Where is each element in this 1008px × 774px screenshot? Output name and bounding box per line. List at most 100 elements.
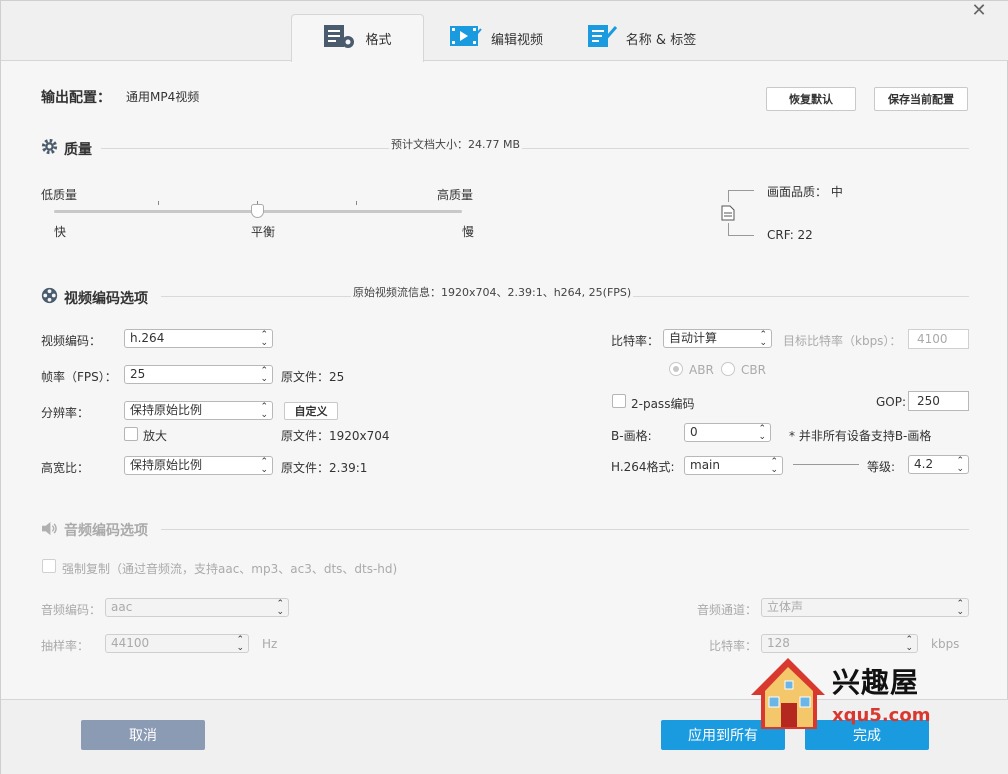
samplerate-label: 抽样率： xyxy=(41,639,90,653)
cancel-button[interactable]: 取消 xyxy=(81,720,205,750)
crf-value: CRF: 22 xyxy=(767,228,813,242)
tab-edit-video[interactable]: 编辑视频 xyxy=(441,14,551,62)
updown-arrow-icon: ⌃ ⌄ xyxy=(260,330,268,348)
upscale-checkbox[interactable] xyxy=(124,427,138,441)
quality-title: 质量 xyxy=(64,141,92,158)
quality-slider-thumb[interactable] xyxy=(251,204,264,218)
tab-name-tags-label: 名称 & 标签 xyxy=(625,32,697,48)
slider-tick xyxy=(356,201,357,205)
updown-arrow-icon: ⌃ ⌄ xyxy=(758,424,766,442)
watermark-brand: 兴趣屋 xyxy=(832,666,920,699)
updown-arrow-icon: ⌃ ⌄ xyxy=(260,402,268,420)
low-quality-label: 低质量 xyxy=(41,188,78,202)
tab-format-label: 格式 xyxy=(365,33,392,48)
profile-label: H.264格式: xyxy=(611,460,675,474)
quality-section-title: 质量 xyxy=(41,138,92,159)
aspect-label: 高宽比： xyxy=(41,461,90,475)
custom-resolution-button[interactable]: 自定义 xyxy=(284,402,338,420)
samplerate-unit: Hz xyxy=(262,637,278,651)
tab-edit-video-label: 编辑视频 xyxy=(490,32,543,48)
slider-tick xyxy=(158,201,159,205)
force-copy-label: 强制复制（通过音频流，支持aac、mp3、ac3、dts、dts-hd) xyxy=(62,562,398,576)
document-icon xyxy=(721,205,735,224)
bracket-line xyxy=(728,190,754,191)
updown-arrow-icon: ⌃ ⌄ xyxy=(276,599,284,617)
output-config-label: 输出配置： xyxy=(41,90,111,106)
abr-label: ABR xyxy=(689,363,714,377)
audio-bitrate-label: 比特率： xyxy=(709,639,758,653)
watermark-url: xqu5.com xyxy=(832,705,931,726)
picture-quality: 画面品质： 中 xyxy=(767,185,843,199)
audio-channel-select[interactable]: 立体声 ⌃ ⌄ xyxy=(761,598,969,617)
divider-line xyxy=(793,464,859,465)
aspect-select[interactable]: 保持原始比例 ⌃ ⌄ xyxy=(124,456,273,475)
updown-arrow-icon: ⌃ ⌄ xyxy=(759,330,767,348)
fps-label: 帧率（FPS）： xyxy=(41,370,117,384)
slow-label: 慢 xyxy=(462,225,475,239)
video-codec-label: 视频编码： xyxy=(41,334,102,348)
source-info: 原始视频流信息：1920x704、2.39:1、h264, 25(FPS) xyxy=(351,284,634,300)
bracket-line xyxy=(728,223,729,235)
audio-bitrate-select[interactable]: 128 ⌃ ⌄ xyxy=(761,634,918,653)
gear-icon xyxy=(41,138,58,159)
updown-arrow-icon: ⌃ ⌄ xyxy=(956,456,964,474)
watermark-house-logo xyxy=(747,655,829,736)
bframe-label: B-画格: xyxy=(611,429,652,443)
fps-source: 原文件：25 xyxy=(281,370,345,384)
level-label: 等级: xyxy=(867,460,896,474)
section-divider xyxy=(161,529,969,530)
bitrate-select[interactable]: 自动计算 ⌃ ⌄ xyxy=(663,329,772,348)
film-reel-icon xyxy=(41,287,58,308)
audio-title: 音频编码选项 xyxy=(64,523,148,539)
level-select[interactable]: 4.2 ⌃ ⌄ xyxy=(908,455,969,474)
bitrate-label: 比特率： xyxy=(611,334,660,348)
section-divider xyxy=(101,148,969,149)
aspect-source: 原文件：2.39:1 xyxy=(281,461,368,475)
cbr-radio[interactable] xyxy=(721,362,735,376)
video-title: 视频编码选项 xyxy=(64,290,148,307)
twopass-checkbox[interactable] xyxy=(612,394,626,408)
updown-arrow-icon: ⌃ ⌄ xyxy=(260,366,268,384)
force-copy-checkbox[interactable] xyxy=(42,559,56,573)
gop-label: GOP: xyxy=(876,395,907,409)
audio-channel-label: 音频通道： xyxy=(697,603,758,617)
profile-select[interactable]: main ⌃ ⌄ xyxy=(684,456,783,475)
estimated-size: 预计文档大小：24.77 MB xyxy=(389,136,523,152)
balance-label: 平衡 xyxy=(251,225,276,239)
abr-radio[interactable] xyxy=(669,362,683,376)
settings-window: 格式 编辑视频 名称 & 标签 ✕ 输出配置： 通用MP4视频 恢复默认 保存当… xyxy=(0,0,1008,774)
cbr-label: CBR xyxy=(741,363,766,377)
audio-bitrate-unit: kbps xyxy=(931,637,960,651)
save-config-button[interactable]: 保存当前配置 xyxy=(874,87,968,111)
gop-input[interactable]: 250 xyxy=(908,391,969,411)
edit-video-icon xyxy=(449,23,483,53)
audio-codec-label: 音频编码： xyxy=(41,603,102,617)
resolution-select[interactable]: 保持原始比例 ⌃ ⌄ xyxy=(124,401,273,420)
close-icon[interactable]: ✕ xyxy=(971,2,987,20)
tab-format[interactable]: 格式 xyxy=(291,14,424,62)
tab-bar: 格式 编辑视频 名称 & 标签 ✕ xyxy=(1,1,1008,62)
upscale-label: 放大 xyxy=(143,429,168,443)
updown-arrow-icon: ⌃ ⌄ xyxy=(956,599,964,617)
fps-select[interactable]: 25 ⌃ ⌄ xyxy=(124,365,273,384)
speaker-icon xyxy=(41,521,58,540)
samplerate-select[interactable]: 44100 ⌃ ⌄ xyxy=(105,634,249,653)
tab-name-tags[interactable]: 名称 & 标签 xyxy=(581,14,701,62)
twopass-label: 2-pass编码 xyxy=(631,397,695,411)
bframe-select[interactable]: 0 ⌃ ⌄ xyxy=(684,423,771,442)
format-icon xyxy=(323,24,357,54)
video-section-title: 视频编码选项 xyxy=(41,287,148,308)
resolution-label: 分辨率： xyxy=(41,406,90,420)
fast-label: 快 xyxy=(54,225,67,239)
target-bitrate-label: 目标比特率（kbps）： xyxy=(783,334,902,348)
updown-arrow-icon: ⌃ ⌄ xyxy=(236,635,244,653)
target-bitrate-input[interactable]: 4100 xyxy=(908,329,969,349)
video-codec-select[interactable]: h.264 ⌃ ⌄ xyxy=(124,329,273,348)
high-quality-label: 高质量 xyxy=(437,188,474,202)
restore-default-button[interactable]: 恢复默认 xyxy=(766,87,856,111)
bframe-note: * 并非所有设备支持B-画格 xyxy=(789,429,932,443)
audio-codec-select[interactable]: aac ⌃ ⌄ xyxy=(105,598,289,617)
updown-arrow-icon: ⌃ ⌄ xyxy=(770,457,778,475)
resolution-source: 原文件：1920x704 xyxy=(281,429,390,443)
audio-section-title: 音频编码选项 xyxy=(41,520,148,540)
